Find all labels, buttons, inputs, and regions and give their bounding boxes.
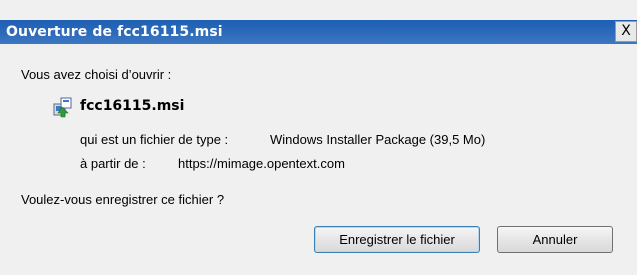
file-name: fcc16115.msi xyxy=(80,98,185,114)
close-button[interactable]: X xyxy=(615,21,637,42)
dialog-body: Vous avez choisi d’ouvrir : fcc16115.msi… xyxy=(0,44,637,275)
msi-installer-icon xyxy=(53,97,72,118)
save-question: Voulez-vous enregistrer ce fichier ? xyxy=(21,192,225,207)
source-label: à partir de : xyxy=(80,156,146,171)
save-dialog: Ouverture de fcc16115.msi X Vous avez ch… xyxy=(0,0,637,275)
save-file-button[interactable]: Enregistrer le fichier xyxy=(314,226,480,253)
cancel-button[interactable]: Annuler xyxy=(497,226,613,253)
close-icon: X xyxy=(621,23,631,39)
file-type-label: qui est un fichier de type : xyxy=(80,132,229,147)
title-bar[interactable]: Ouverture de fcc16115.msi X xyxy=(0,20,637,44)
dialog-title: Ouverture de fcc16115.msi xyxy=(6,24,223,40)
intro-text: Vous avez choisi d’ouvrir : xyxy=(21,67,172,82)
file-type-value: Windows Installer Package (39,5 Mo) xyxy=(270,132,486,147)
source-url: https://mimage.opentext.com xyxy=(178,156,345,171)
